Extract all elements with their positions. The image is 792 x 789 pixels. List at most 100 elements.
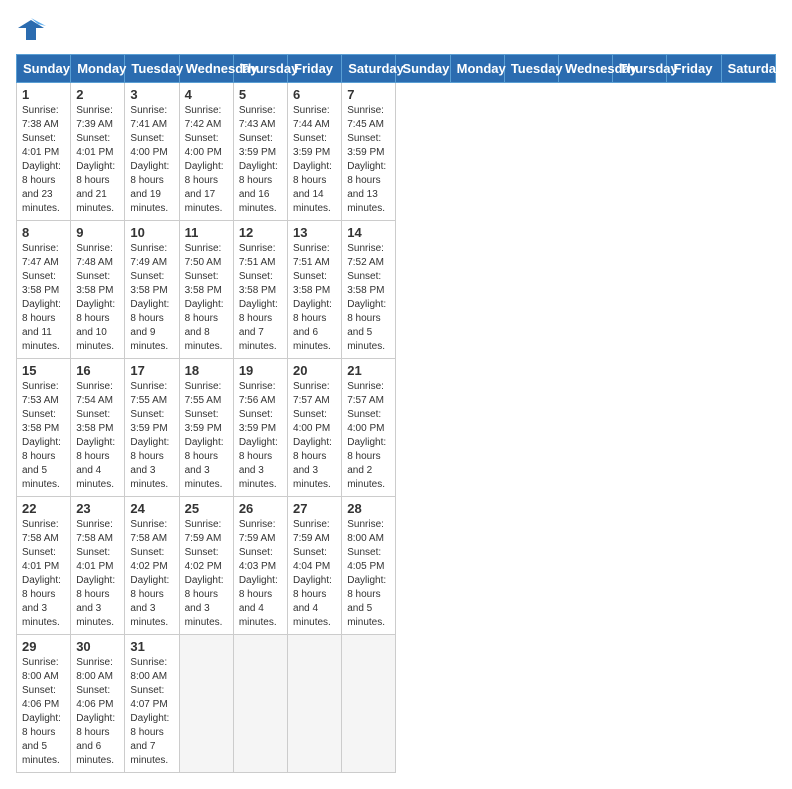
day-info: Sunrise: 7:41 AM Sunset: 4:00 PM Dayligh… [130,104,173,216]
calendar-cell: 26 Sunrise: 7:59 AM Sunset: 4:03 PM Dayl… [233,497,287,635]
day-info: Sunrise: 8:00 AM Sunset: 4:05 PM Dayligh… [347,518,390,630]
weekday-header-wednesday: Wednesday [179,55,233,83]
calendar-cell: 17 Sunrise: 7:55 AM Sunset: 3:59 PM Dayl… [125,359,179,497]
day-number: 15 [22,363,65,378]
day-info: Sunrise: 7:49 AM Sunset: 3:58 PM Dayligh… [130,242,173,354]
calendar-cell: 10 Sunrise: 7:49 AM Sunset: 3:58 PM Dayl… [125,221,179,359]
day-number: 27 [293,501,336,516]
calendar-cell: 2 Sunrise: 7:39 AM Sunset: 4:01 PM Dayli… [71,83,125,221]
day-number: 3 [130,87,173,102]
weekday-header-monday: Monday [450,55,504,83]
day-info: Sunrise: 7:45 AM Sunset: 3:59 PM Dayligh… [347,104,390,216]
calendar-cell: 19 Sunrise: 7:56 AM Sunset: 3:59 PM Dayl… [233,359,287,497]
day-number: 8 [22,225,65,240]
day-info: Sunrise: 7:50 AM Sunset: 3:58 PM Dayligh… [185,242,228,354]
weekday-header-wednesday: Wednesday [559,55,613,83]
weekday-header-thursday: Thursday [233,55,287,83]
day-info: Sunrise: 7:51 AM Sunset: 3:58 PM Dayligh… [239,242,282,354]
calendar-week-row: 22 Sunrise: 7:58 AM Sunset: 4:01 PM Dayl… [17,497,776,635]
calendar-cell: 27 Sunrise: 7:59 AM Sunset: 4:04 PM Dayl… [288,497,342,635]
calendar-cell: 1 Sunrise: 7:38 AM Sunset: 4:01 PM Dayli… [17,83,71,221]
weekday-header-tuesday: Tuesday [125,55,179,83]
weekday-header-saturday: Saturday [721,55,775,83]
day-info: Sunrise: 7:39 AM Sunset: 4:01 PM Dayligh… [76,104,119,216]
day-number: 29 [22,639,65,654]
calendar-cell: 24 Sunrise: 7:58 AM Sunset: 4:02 PM Dayl… [125,497,179,635]
day-info: Sunrise: 7:59 AM Sunset: 4:04 PM Dayligh… [293,518,336,630]
day-number: 31 [130,639,173,654]
day-number: 28 [347,501,390,516]
calendar-cell: 30 Sunrise: 8:00 AM Sunset: 4:06 PM Dayl… [71,635,125,773]
day-number: 13 [293,225,336,240]
calendar-cell [179,635,233,773]
day-number: 7 [347,87,390,102]
calendar-cell: 16 Sunrise: 7:54 AM Sunset: 3:58 PM Dayl… [71,359,125,497]
calendar-cell [288,635,342,773]
calendar-cell: 23 Sunrise: 7:58 AM Sunset: 4:01 PM Dayl… [71,497,125,635]
weekday-header-friday: Friday [288,55,342,83]
calendar-cell [342,635,396,773]
calendar-week-row: 15 Sunrise: 7:53 AM Sunset: 3:58 PM Dayl… [17,359,776,497]
day-info: Sunrise: 7:56 AM Sunset: 3:59 PM Dayligh… [239,380,282,492]
calendar-cell: 3 Sunrise: 7:41 AM Sunset: 4:00 PM Dayli… [125,83,179,221]
day-info: Sunrise: 7:44 AM Sunset: 3:59 PM Dayligh… [293,104,336,216]
calendar-cell: 20 Sunrise: 7:57 AM Sunset: 4:00 PM Dayl… [288,359,342,497]
calendar-cell: 5 Sunrise: 7:43 AM Sunset: 3:59 PM Dayli… [233,83,287,221]
weekday-header-friday: Friday [667,55,721,83]
calendar-week-row: 8 Sunrise: 7:47 AM Sunset: 3:58 PM Dayli… [17,221,776,359]
calendar-cell: 31 Sunrise: 8:00 AM Sunset: 4:07 PM Dayl… [125,635,179,773]
weekday-header-saturday: Saturday [342,55,396,83]
day-info: Sunrise: 7:57 AM Sunset: 4:00 PM Dayligh… [347,380,390,492]
day-info: Sunrise: 7:52 AM Sunset: 3:58 PM Dayligh… [347,242,390,354]
calendar-week-row: 1 Sunrise: 7:38 AM Sunset: 4:01 PM Dayli… [17,83,776,221]
calendar-cell: 12 Sunrise: 7:51 AM Sunset: 3:58 PM Dayl… [233,221,287,359]
calendar-cell: 15 Sunrise: 7:53 AM Sunset: 3:58 PM Dayl… [17,359,71,497]
day-number: 5 [239,87,282,102]
day-info: Sunrise: 7:58 AM Sunset: 4:01 PM Dayligh… [22,518,65,630]
calendar-week-row: 29 Sunrise: 8:00 AM Sunset: 4:06 PM Dayl… [17,635,776,773]
day-info: Sunrise: 7:42 AM Sunset: 4:00 PM Dayligh… [185,104,228,216]
day-info: Sunrise: 7:53 AM Sunset: 3:58 PM Dayligh… [22,380,65,492]
day-info: Sunrise: 8:00 AM Sunset: 4:06 PM Dayligh… [76,656,119,768]
calendar-cell: 18 Sunrise: 7:55 AM Sunset: 3:59 PM Dayl… [179,359,233,497]
day-info: Sunrise: 7:58 AM Sunset: 4:01 PM Dayligh… [76,518,119,630]
day-number: 24 [130,501,173,516]
day-info: Sunrise: 7:47 AM Sunset: 3:58 PM Dayligh… [22,242,65,354]
day-number: 19 [239,363,282,378]
calendar-cell: 14 Sunrise: 7:52 AM Sunset: 3:58 PM Dayl… [342,221,396,359]
day-number: 30 [76,639,119,654]
calendar-cell: 25 Sunrise: 7:59 AM Sunset: 4:02 PM Dayl… [179,497,233,635]
day-info: Sunrise: 7:54 AM Sunset: 3:58 PM Dayligh… [76,380,119,492]
page-header [16,16,776,44]
calendar-cell: 9 Sunrise: 7:48 AM Sunset: 3:58 PM Dayli… [71,221,125,359]
day-number: 11 [185,225,228,240]
day-info: Sunrise: 7:55 AM Sunset: 3:59 PM Dayligh… [185,380,228,492]
day-info: Sunrise: 7:38 AM Sunset: 4:01 PM Dayligh… [22,104,65,216]
day-number: 17 [130,363,173,378]
day-number: 18 [185,363,228,378]
weekday-header-tuesday: Tuesday [504,55,558,83]
day-number: 20 [293,363,336,378]
calendar-header-row: SundayMondayTuesdayWednesdayThursdayFrid… [17,55,776,83]
day-info: Sunrise: 7:55 AM Sunset: 3:59 PM Dayligh… [130,380,173,492]
logo-bird-icon [16,16,46,44]
day-info: Sunrise: 7:51 AM Sunset: 3:58 PM Dayligh… [293,242,336,354]
calendar-cell: 8 Sunrise: 7:47 AM Sunset: 3:58 PM Dayli… [17,221,71,359]
day-info: Sunrise: 7:58 AM Sunset: 4:02 PM Dayligh… [130,518,173,630]
calendar-cell [233,635,287,773]
calendar-cell: 4 Sunrise: 7:42 AM Sunset: 4:00 PM Dayli… [179,83,233,221]
calendar-table: SundayMondayTuesdayWednesdayThursdayFrid… [16,54,776,773]
day-info: Sunrise: 7:59 AM Sunset: 4:02 PM Dayligh… [185,518,228,630]
day-info: Sunrise: 7:57 AM Sunset: 4:00 PM Dayligh… [293,380,336,492]
day-number: 12 [239,225,282,240]
weekday-header-monday: Monday [71,55,125,83]
day-number: 14 [347,225,390,240]
weekday-header-thursday: Thursday [613,55,667,83]
calendar-cell: 28 Sunrise: 8:00 AM Sunset: 4:05 PM Dayl… [342,497,396,635]
day-info: Sunrise: 8:00 AM Sunset: 4:06 PM Dayligh… [22,656,65,768]
day-info: Sunrise: 8:00 AM Sunset: 4:07 PM Dayligh… [130,656,173,768]
day-info: Sunrise: 7:59 AM Sunset: 4:03 PM Dayligh… [239,518,282,630]
day-number: 1 [22,87,65,102]
day-number: 4 [185,87,228,102]
calendar-cell: 6 Sunrise: 7:44 AM Sunset: 3:59 PM Dayli… [288,83,342,221]
